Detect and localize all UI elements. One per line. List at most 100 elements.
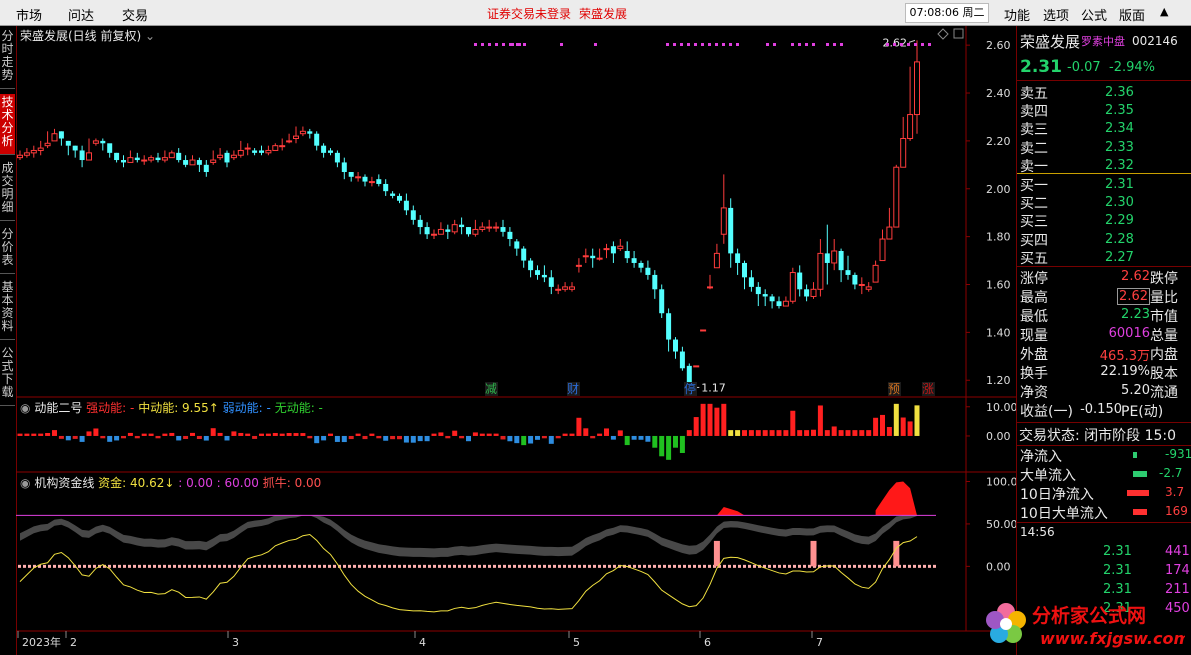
zero-dot: [368, 564, 371, 568]
chevron-down-icon[interactable]: ⌄: [145, 29, 155, 43]
zero-dot: [218, 564, 221, 568]
bull-bar: [810, 540, 817, 567]
vol-bar: [231, 431, 237, 436]
candle-body: [445, 229, 451, 232]
fund-tick-label: 100.00: [986, 475, 1016, 488]
menu-layout[interactable]: 版面: [1119, 5, 1145, 24]
zero-dot: [573, 564, 576, 568]
candle-body: [134, 157, 140, 161]
zero-dot: [688, 564, 691, 568]
tab-2[interactable]: 成交明细: [0, 160, 15, 221]
zero-dot: [918, 564, 921, 568]
candle-body: [817, 252, 824, 290]
vol-bar: [86, 431, 92, 436]
zero-dot: [588, 564, 591, 568]
menu-trade[interactable]: 交易: [122, 5, 148, 24]
signal-dot: [488, 43, 491, 46]
tick-price: 2.31: [1103, 544, 1132, 559]
candle-body: [852, 274, 858, 285]
main-chart-title-text: 荣盛发展(日线 前复权): [20, 29, 142, 43]
menu-formula[interactable]: 公式: [1081, 5, 1107, 24]
zero-dot: [358, 564, 361, 568]
zero-dot: [673, 564, 676, 568]
zero-dot: [643, 564, 646, 568]
vol-bar: [148, 433, 154, 436]
zero-dot: [378, 564, 381, 568]
vol-bar: [755, 430, 761, 436]
zero-dot: [28, 564, 31, 568]
menu-market[interactable]: 市场: [16, 5, 42, 24]
zero-dot: [393, 564, 396, 568]
candle-body: [713, 252, 720, 269]
flow-value: 3.7: [1165, 485, 1185, 499]
candle-body: [872, 264, 879, 283]
candle-body: [748, 277, 754, 287]
candle-body: [500, 227, 506, 232]
vol-bar: [900, 417, 906, 436]
candle-body: [65, 140, 71, 146]
zero-dot: [308, 564, 311, 568]
price-change-pct: -2.94%: [1109, 60, 1155, 75]
stat-value: 465.3万: [1099, 349, 1150, 364]
stat-label-2: 流通: [1150, 385, 1178, 401]
divider: [1017, 173, 1191, 174]
candle-body: [168, 152, 175, 159]
event-marker: 财: [567, 382, 579, 396]
x-tick-label: 3: [232, 636, 239, 649]
stat-value: 5.20: [1121, 383, 1150, 398]
signal-dot: [826, 43, 829, 46]
candle-body: [161, 157, 168, 161]
zero-dot: [683, 564, 686, 568]
zero-dot: [778, 564, 781, 568]
collapse-up-icon[interactable]: ▲: [1160, 5, 1168, 18]
vol-bar: [824, 430, 830, 436]
stat-label: 净资: [1020, 385, 1048, 401]
zero-dot: [553, 564, 556, 568]
zero-dot: [583, 564, 586, 568]
candle-body: [397, 195, 402, 201]
zero-dot: [403, 564, 406, 568]
vol-bar: [438, 432, 444, 436]
menu-wenda[interactable]: 问达: [68, 5, 94, 24]
candle-body: [535, 270, 540, 275]
candle-body: [590, 255, 596, 259]
tab-5[interactable]: 公式下载: [0, 345, 15, 406]
tab-4[interactable]: 基本资料: [0, 279, 15, 340]
tab-1[interactable]: 技术分析: [0, 94, 15, 155]
candle-body: [742, 262, 747, 278]
menu-options[interactable]: 选项: [1043, 5, 1069, 24]
zero-dot: [888, 564, 891, 568]
vol-bar: [259, 433, 264, 436]
stat-label-2: 股本: [1150, 366, 1178, 382]
vol-bar: [114, 435, 120, 441]
signal-dot: [805, 43, 808, 46]
zero-dot: [213, 564, 216, 568]
vol-bar: [293, 433, 299, 436]
zero-dot: [123, 564, 126, 568]
vol-bar: [686, 430, 692, 436]
zero-dot: [83, 564, 86, 568]
zero-dot: [438, 564, 441, 568]
stat-label: 现量: [1020, 328, 1048, 344]
x-tick-label: 2: [70, 636, 77, 649]
circle-toggle-icon[interactable]: ◉: [20, 476, 30, 490]
candle-body: [410, 210, 416, 220]
vol-bar: [424, 435, 430, 442]
vol-bar: [721, 403, 727, 436]
tab-3[interactable]: 分价表: [0, 226, 15, 274]
x-tick-label: 2023年: [22, 635, 61, 649]
zero-dot: [303, 564, 306, 568]
y-tick-label: 2.40: [986, 87, 1011, 100]
chart-area[interactable]: 2.60 2.40 2.20 2.00 1.80 1.60 1.40 1.20 2.62 1.17…: [16, 26, 1016, 655]
circle-toggle-icon[interactable]: ◉: [20, 401, 30, 415]
zero-dot: [278, 564, 281, 568]
quote-panel: 荣盛发展 罗素中盘 002146 2.31 -0.07 -2.94% 卖五 2.36 卖四 2.3…: [1016, 26, 1191, 655]
stat-label-2: 总量: [1150, 328, 1178, 344]
main-chart-title: 荣盛发展(日线 前复权) ⌄: [20, 27, 155, 44]
zero-dot: [783, 564, 786, 568]
tab-0[interactable]: 分时走势: [0, 28, 15, 89]
zero-dot: [463, 564, 466, 568]
stat-label: 涨停: [1020, 271, 1048, 287]
candle-body: [390, 193, 396, 196]
menu-function[interactable]: 功能: [1004, 5, 1030, 24]
